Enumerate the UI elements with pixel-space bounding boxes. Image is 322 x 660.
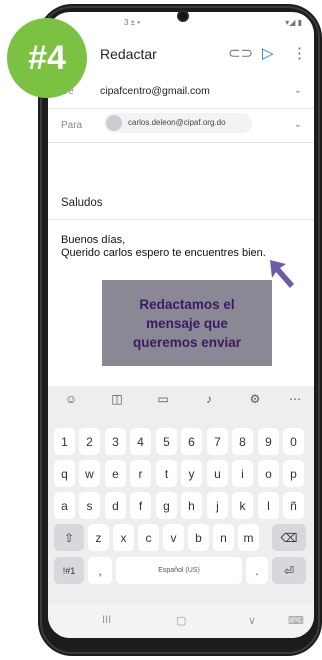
comma-key[interactable]: , [88, 557, 112, 584]
key-0[interactable]: 0 [283, 428, 304, 455]
key-w[interactable]: w [79, 460, 100, 487]
paperclip-icon[interactable]: ⊂⊃ [228, 44, 253, 62]
keyboard-toolbar: ☺ ◫ ▭ ♪ ⚙ ⋯ [48, 386, 314, 416]
key-k[interactable]: k [232, 492, 253, 519]
recipient-email: carlos.deleon@cipaf.org.do [128, 118, 226, 127]
back-icon[interactable]: ∨ [248, 614, 256, 627]
letter-row-3: ⇧ z x c v b n m ⌫ [48, 524, 314, 556]
symbols-key[interactable]: !#1 [54, 557, 84, 584]
recipient-chip[interactable]: carlos.deleon@cipaf.org.do [104, 113, 252, 133]
enter-key[interactable]: ⏎ [272, 557, 306, 584]
bottom-row: !#1 , Español (US) . ⏎ [48, 557, 314, 589]
key-1[interactable]: 1 [54, 428, 75, 455]
key-x[interactable]: x [113, 524, 134, 551]
recent-apps-icon[interactable]: III [102, 614, 111, 626]
settings-icon[interactable]: ⚙ [244, 392, 266, 410]
gif-icon[interactable]: ▭ [152, 392, 174, 410]
key-i[interactable]: i [232, 460, 253, 487]
shift-key[interactable]: ⇧ [54, 524, 84, 551]
mic-icon[interactable]: ♪ [198, 392, 220, 410]
compose-title: Redactar [100, 46, 157, 62]
letter-row-1: q w e r t y u i o p [48, 460, 314, 492]
divider [48, 142, 314, 143]
from-value[interactable]: cipafcentro@gmail.com [100, 85, 210, 97]
more-vertical-icon[interactable]: ⋮ [292, 44, 307, 62]
key-9[interactable]: 9 [258, 428, 279, 455]
divider [48, 219, 314, 220]
sticker-icon[interactable]: ◫ [106, 392, 128, 410]
key-b[interactable]: b [188, 524, 209, 551]
key-n[interactable]: n [213, 524, 234, 551]
key-o[interactable]: o [258, 460, 279, 487]
key-g[interactable]: g [156, 492, 177, 519]
letter-row-2: a s d f g h j k l ñ [48, 492, 314, 524]
send-icon[interactable]: ▷ [262, 44, 274, 62]
key-d[interactable]: d [105, 492, 126, 519]
key-8[interactable]: 8 [232, 428, 253, 455]
message-body[interactable]: Buenos días, Querido carlos espero te en… [61, 234, 266, 260]
key-z[interactable]: z [88, 524, 109, 551]
key-n-tilde[interactable]: ñ [283, 492, 304, 519]
period-key[interactable]: . [246, 557, 268, 584]
navigation-bar: III ▢ ∨ ⌨ [48, 604, 314, 638]
key-h[interactable]: h [181, 492, 202, 519]
subject-field[interactable]: Saludos [61, 197, 103, 209]
key-a[interactable]: a [54, 492, 75, 519]
keyboard-icon[interactable]: ⌨ [288, 614, 304, 627]
key-e[interactable]: e [105, 460, 126, 487]
key-y[interactable]: y [181, 460, 202, 487]
step-badge: #4 [7, 18, 87, 98]
avatar [106, 115, 122, 131]
emoji-icon[interactable]: ☺ [60, 392, 82, 410]
to-row[interactable]: Para carlos.deleon@cipaf.org.do ⌄ [48, 109, 314, 141]
key-3[interactable]: 3 [105, 428, 126, 455]
chevron-down-icon[interactable]: ⌄ [294, 119, 302, 130]
camera-icon [177, 10, 189, 22]
key-p[interactable]: p [283, 460, 304, 487]
body-line-1: Buenos días, [61, 234, 126, 246]
arrow-icon [270, 260, 294, 288]
key-f[interactable]: f [130, 492, 151, 519]
key-4[interactable]: 4 [130, 428, 151, 455]
key-m[interactable]: m [238, 524, 259, 551]
key-q[interactable]: q [54, 460, 75, 487]
key-6[interactable]: 6 [181, 428, 202, 455]
key-2[interactable]: 2 [79, 428, 100, 455]
more-icon[interactable]: ⋯ [284, 392, 306, 410]
instruction-callout: Redactamos el mensaje que queremos envia… [102, 280, 272, 366]
key-j[interactable]: j [207, 492, 228, 519]
home-icon[interactable]: ▢ [176, 614, 186, 627]
key-5[interactable]: 5 [156, 428, 177, 455]
status-right: ▾◢ ▮ [285, 18, 302, 27]
key-t[interactable]: t [156, 460, 177, 487]
number-row: 1 2 3 4 5 6 7 8 9 0 [48, 428, 314, 460]
key-7[interactable]: 7 [207, 428, 228, 455]
body-line-2: Querido carlos espero te encuentres bien… [61, 247, 266, 259]
keyboard: ☺ ◫ ▭ ♪ ⚙ ⋯ 1 2 3 4 5 6 7 8 9 0 q w e r … [48, 386, 314, 604]
key-r[interactable]: r [130, 460, 151, 487]
key-s[interactable]: s [79, 492, 100, 519]
app-bar: Redactar ⊂⊃ ▷ ⋮ [48, 34, 314, 74]
from-row[interactable]: De cipafcentro@gmail.com ⌄ [48, 74, 314, 108]
key-l[interactable]: l [258, 492, 279, 519]
backspace-key[interactable]: ⌫ [272, 524, 306, 551]
key-v[interactable]: v [163, 524, 184, 551]
chevron-down-icon[interactable]: ⌄ [294, 85, 302, 96]
key-c[interactable]: c [138, 524, 159, 551]
status-left: 3 ± • [124, 18, 141, 27]
space-bar[interactable]: Español (US) [116, 557, 242, 584]
to-label: Para [61, 120, 83, 131]
key-u[interactable]: u [207, 460, 228, 487]
